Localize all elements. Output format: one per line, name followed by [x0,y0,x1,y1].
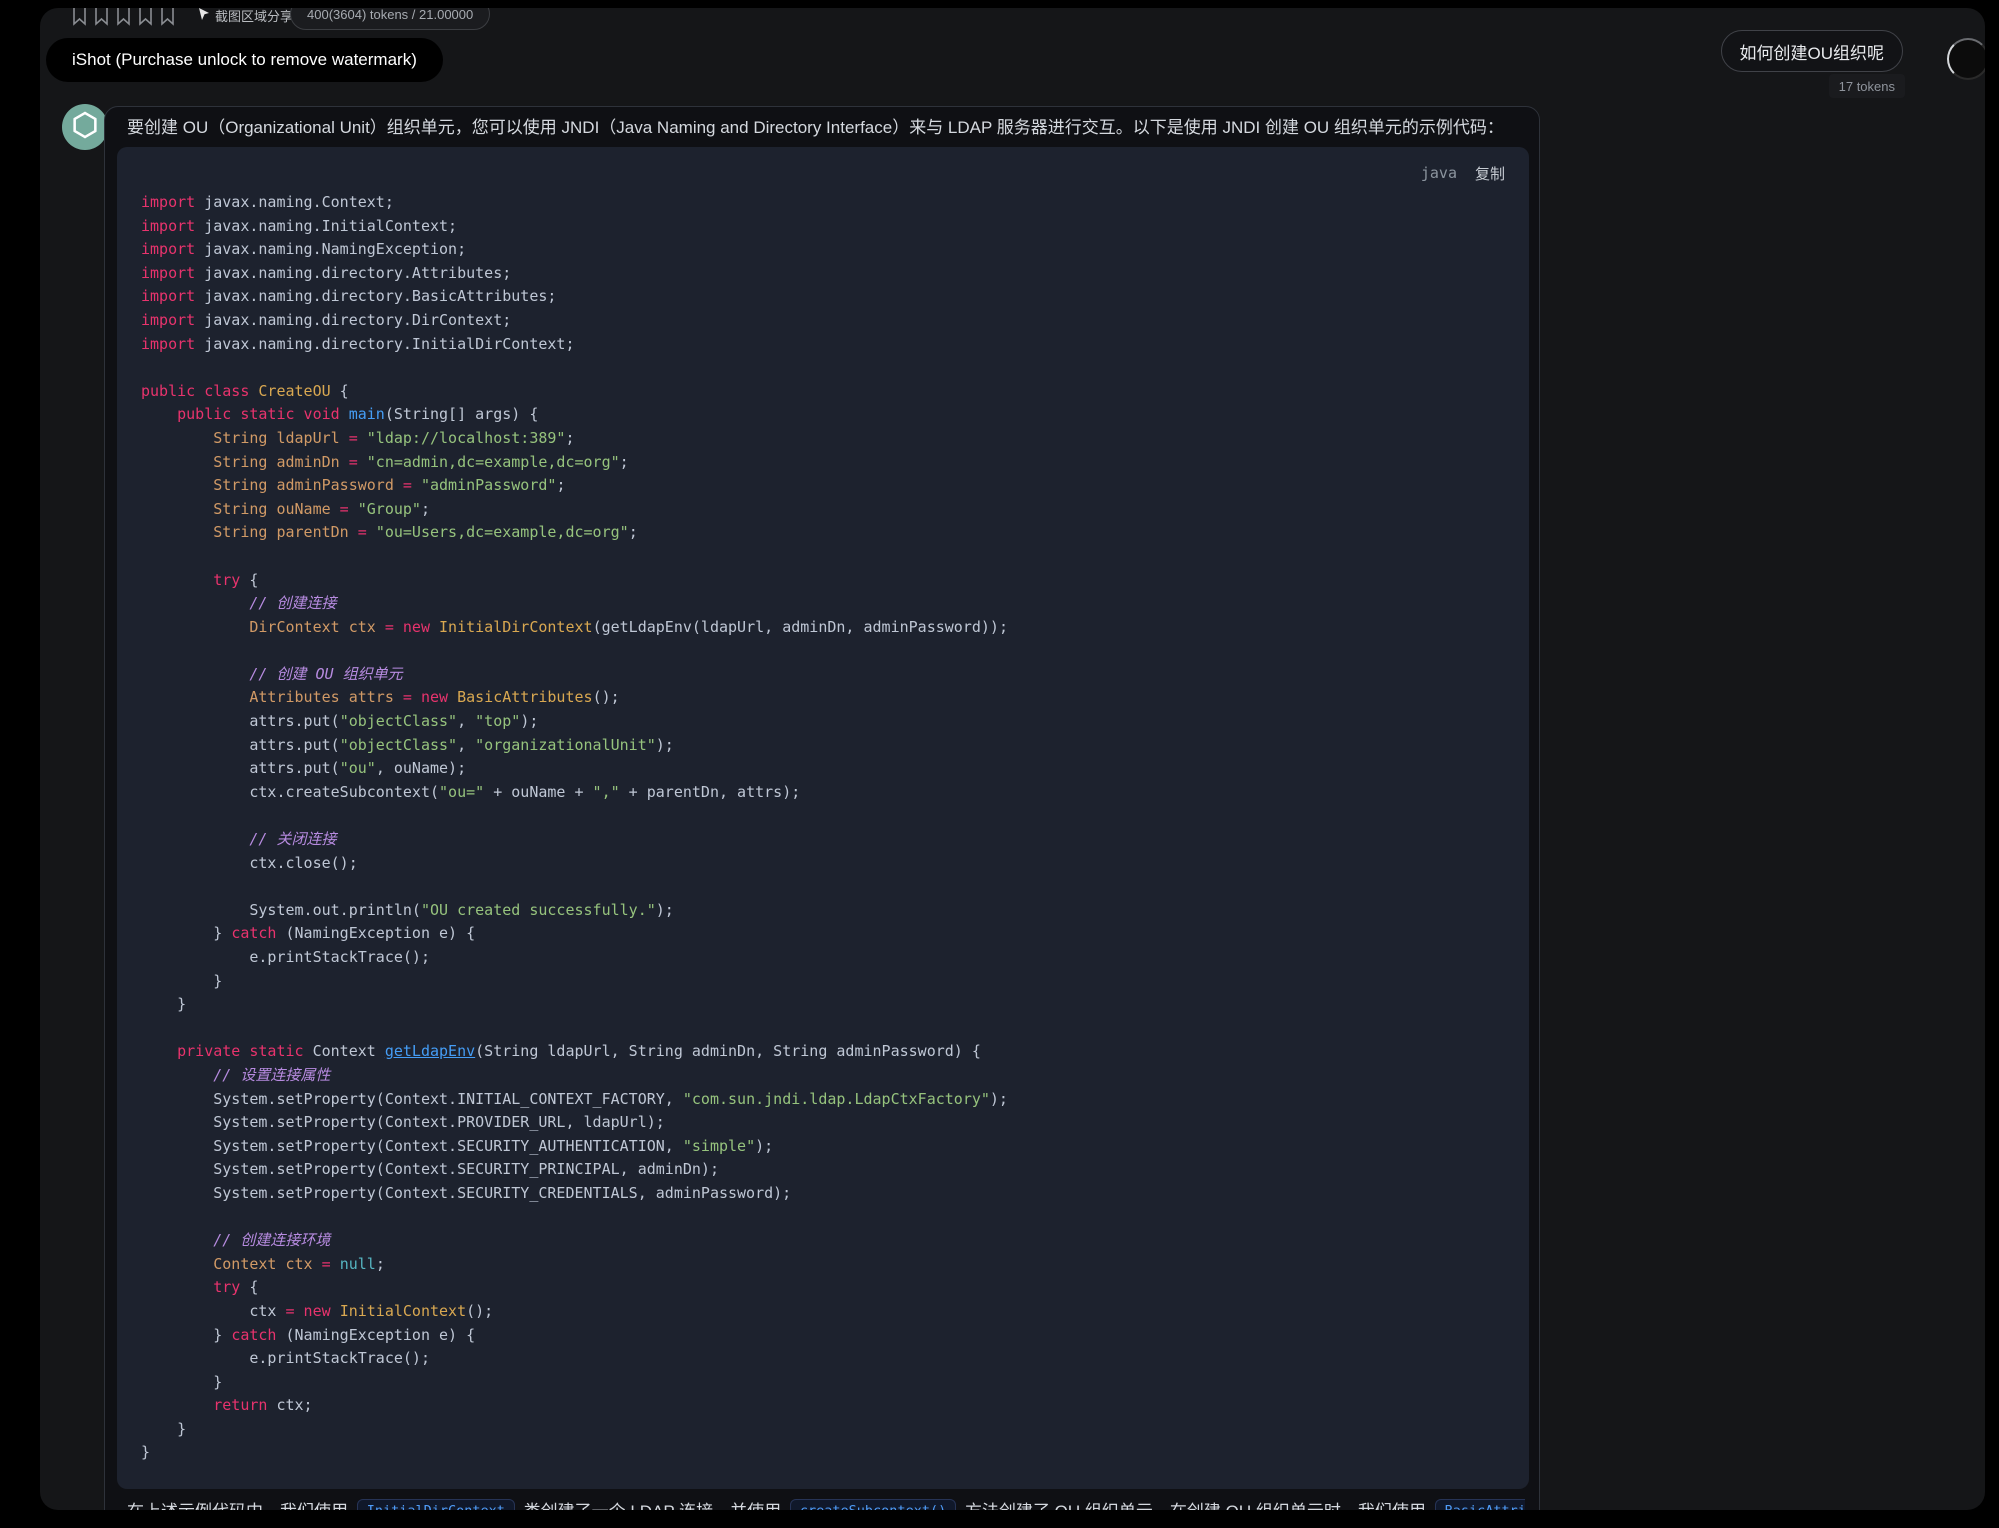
code-line: } catch (NamingException e) { [141,922,1505,946]
cursor-icon [198,8,210,24]
watermark-badge: iShot (Purchase unlock to remove waterma… [46,38,443,82]
token-stats-pill: 400(3604) tokens / 21.00000 [290,8,490,30]
code-line: ctx.createSubcontext("ou=" + ouName + ",… [141,781,1505,805]
openai-logo-icon [70,110,100,145]
code-line: return ctx; [141,1394,1505,1418]
code-line: String ldapUrl = "ldap://localhost:389"; [141,427,1505,451]
assistant-message-card: 要创建 OU（Organizational Unit）组织单元，您可以使用 JN… [104,106,1540,1510]
code-block-header: java 复制 [141,159,1505,187]
code-line: attrs.put("objectClass", "top"); [141,710,1505,734]
code-line: } [141,1418,1505,1442]
code-line: // 创建连接 [141,592,1505,616]
code-line: import javax.naming.NamingException; [141,238,1505,262]
code-line: import javax.naming.directory.BasicAttri… [141,285,1505,309]
code-line [141,356,1505,380]
code-line: ctx.close(); [141,852,1505,876]
code-line: try { [141,1276,1505,1300]
code-lines: import javax.naming.Context;import javax… [141,191,1505,1465]
code-line: System.out.println("OU created successfu… [141,899,1505,923]
user-message-bubble: 如何创建OU组织呢 [1721,30,1904,72]
code-line: // 创建 OU 组织单元 [141,663,1505,687]
code-line: import javax.naming.directory.DirContext… [141,309,1505,333]
code-line [141,1206,1505,1230]
code-block: java 复制 import javax.naming.Context;impo… [117,147,1529,1489]
code-line: import javax.naming.directory.InitialDir… [141,333,1505,357]
token-count-badge: 17 tokens [1829,74,1905,98]
code-line: System.setProperty(Context.SECURITY_AUTH… [141,1135,1505,1159]
code-line: System.setProperty(Context.SECURITY_PRIN… [141,1158,1505,1182]
code-line: } [141,993,1505,1017]
code-line: System.setProperty(Context.INITIAL_CONTE… [141,1088,1505,1112]
user-avatar [1947,38,1985,80]
toolbar: 截图区域分享 400(3604) tokens / 21.00000 [40,8,1985,32]
code-line: DirContext ctx = new InitialDirContext(g… [141,616,1505,640]
code-line: Context ctx = null; [141,1253,1505,1277]
code-line: String parentDn = "ou=Users,dc=example,d… [141,521,1505,545]
code-line [141,804,1505,828]
code-line: import javax.naming.Context; [141,191,1505,215]
code-line [141,1017,1505,1041]
code-line: // 创建连接环境 [141,1229,1505,1253]
token-stats-label: 400(3604) tokens / 21.00000 [307,8,473,22]
code-line: } [141,1441,1505,1465]
user-message-text: 如何创建OU组织呢 [1740,39,1885,64]
code-line: System.setProperty(Context.PROVIDER_URL,… [141,1111,1505,1135]
code-line: e.printStackTrace(); [141,1347,1505,1371]
code-line: // 关闭连接 [141,828,1505,852]
assistant-avatar [62,104,108,150]
code-line: } [141,970,1505,994]
bookmark-icon[interactable] [160,8,175,26]
code-line: public static void main(String[] args) { [141,403,1505,427]
code-line [141,545,1505,569]
app-window: 截图区域分享 400(3604) tokens / 21.00000 iShot… [40,8,1985,1510]
code-line: String adminPassword = "adminPassword"; [141,474,1505,498]
code-line: } [141,1371,1505,1395]
code-line: ctx = new InitialContext(); [141,1300,1505,1324]
code-line: } catch (NamingException e) { [141,1324,1505,1348]
code-line: import javax.naming.directory.Attributes… [141,262,1505,286]
code-line: try { [141,569,1505,593]
inline-code-chip: createSubcontext() [790,1499,956,1510]
code-line: Attributes attrs = new BasicAttributes()… [141,686,1505,710]
code-line: String adminDn = "cn=admin,dc=example,dc… [141,451,1505,475]
inline-code-chip: BasicAttributes [1435,1499,1525,1510]
code-line: // 设置连接属性 [141,1064,1505,1088]
assistant-outro: 在上述示例代码中，我们使用 InitialDirContext 类创建了一个 L… [127,1497,1525,1510]
code-line: import javax.naming.InitialContext; [141,215,1505,239]
code-line: private static Context getLdapEnv(String… [141,1040,1505,1064]
bookmark-icon[interactable] [138,8,153,26]
token-count-text: 17 tokens [1839,79,1895,94]
watermark-label: iShot (Purchase unlock to remove waterma… [72,50,417,70]
code-line [141,639,1505,663]
code-line [141,875,1505,899]
code-line: attrs.put("objectClass", "organizational… [141,734,1505,758]
copy-button[interactable]: 复制 [1475,163,1505,184]
code-line: public class CreateOU { [141,380,1505,404]
assistant-intro-text: 要创建 OU（Organizational Unit）组织单元，您可以使用 JN… [127,115,1529,141]
code-language-label: java [1421,164,1457,182]
bookmark-icon[interactable] [72,8,87,26]
code-line: attrs.put("ou", ouName); [141,757,1505,781]
code-line: e.printStackTrace(); [141,946,1505,970]
share-region-label: 截图区域分享 [215,8,293,25]
inline-code-chip: InitialDirContext [357,1499,515,1510]
bookmark-icon[interactable] [94,8,109,26]
bookmark-icon[interactable] [116,8,131,26]
code-line: System.setProperty(Context.SECURITY_CRED… [141,1182,1505,1206]
code-line: String ouName = "Group"; [141,498,1505,522]
share-region-button[interactable]: 截图区域分享 [198,8,293,25]
